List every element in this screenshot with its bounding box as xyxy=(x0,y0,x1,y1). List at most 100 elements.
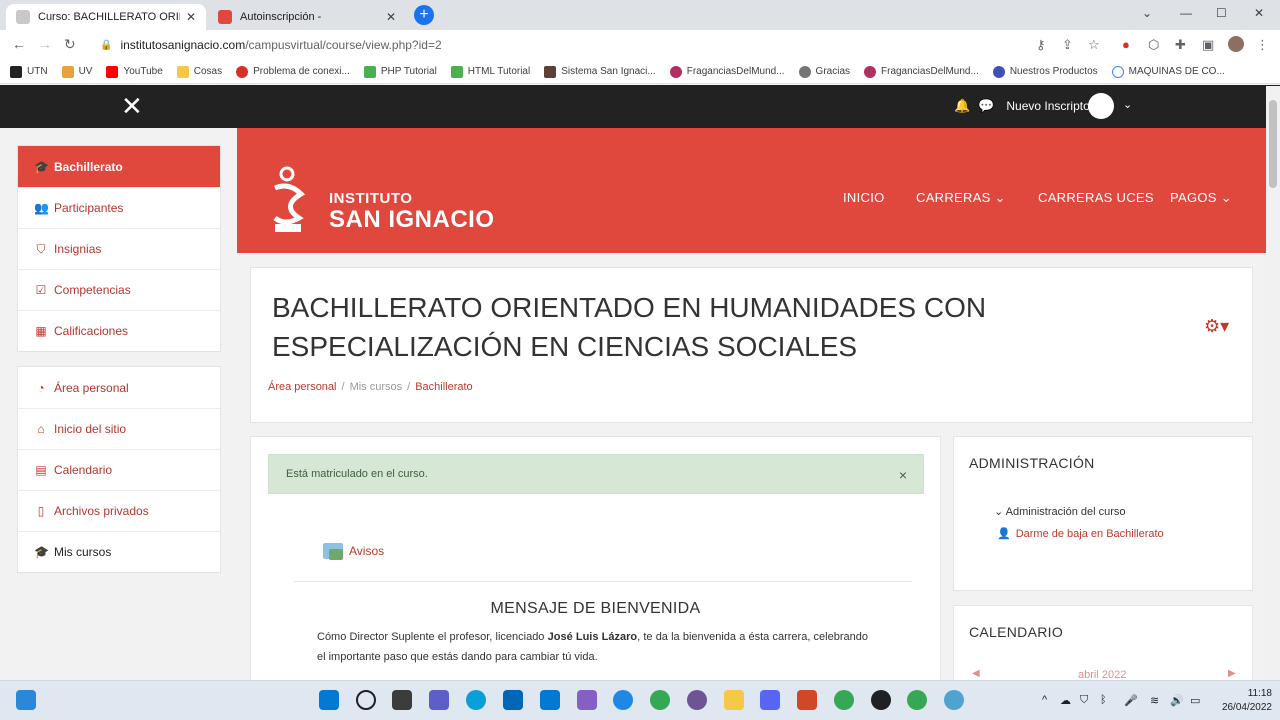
visual-studio-icon[interactable] xyxy=(577,690,597,710)
profile-avatar-icon[interactable] xyxy=(1228,36,1244,52)
system-clock[interactable]: 11:18 26/04/2022 xyxy=(1212,687,1272,715)
user-name[interactable]: Nuevo Inscripto xyxy=(1006,99,1089,113)
reload-icon[interactable]: ↻ xyxy=(64,36,76,53)
chrome-icon[interactable] xyxy=(650,690,670,710)
microphone-icon[interactable]: 🎤 xyxy=(1124,694,1138,707)
volume-icon[interactable]: 🔊 xyxy=(1170,694,1184,707)
tab-search-icon[interactable]: ⌄ xyxy=(1142,6,1152,20)
breadcrumb-mis-cursos[interactable]: Mis cursos xyxy=(350,381,403,393)
forum-avisos-link[interactable]: Avisos xyxy=(323,543,384,560)
messages-chat-icon[interactable]: 💬 xyxy=(978,98,994,114)
globe-icon xyxy=(798,65,811,78)
gear-icon[interactable]: ⚙▾ xyxy=(1204,316,1229,337)
chrome-profile-icon[interactable] xyxy=(871,690,891,710)
edge-icon[interactable] xyxy=(466,690,486,710)
store-icon[interactable] xyxy=(503,690,523,710)
bookmark-item[interactable]: Sistema San Ignaci... xyxy=(544,65,656,78)
close-tab-icon[interactable]: ✕ xyxy=(186,10,196,24)
opera-extension-icon[interactable]: ● xyxy=(1122,37,1130,52)
close-icon[interactable]: × xyxy=(899,467,907,483)
bookmark-item[interactable]: YouTube xyxy=(106,65,163,78)
sidebar-item-area-personal[interactable]: ◔ Área personal xyxy=(18,367,220,408)
tray-chevron-up-icon[interactable]: ^ xyxy=(1042,694,1047,706)
bookmark-item[interactable]: Cosas xyxy=(176,65,222,78)
sidebar-item-competencias[interactable]: ☑ Competencias xyxy=(18,269,220,310)
teams-chat-icon[interactable] xyxy=(429,690,449,710)
address-bar[interactable]: 🔒 institutosanignacio.com/campusvirtual/… xyxy=(90,33,1110,57)
extensions-puzzle-icon[interactable]: ✚ xyxy=(1175,37,1186,53)
maximize-icon[interactable]: ☐ xyxy=(1216,6,1227,20)
sidebar-item-calificaciones[interactable]: ▦ Calificaciones xyxy=(18,310,220,351)
close-tab-icon[interactable]: ✕ xyxy=(386,10,396,24)
menu-inicio[interactable]: INICIO xyxy=(843,190,885,205)
tray-shield-icon[interactable]: ⛉ xyxy=(1080,694,1088,707)
admin-tree-node[interactable]: ⌄ Administración del curso xyxy=(994,505,1126,518)
chrome-profile-icon[interactable] xyxy=(834,690,854,710)
calendar-prev-icon[interactable]: ◀ xyxy=(972,668,980,679)
chrome-profile-icon[interactable] xyxy=(907,690,927,710)
key-icon[interactable]: ⚷ xyxy=(1036,37,1046,53)
menu-pagos[interactable]: PAGOS ⌄ xyxy=(1170,190,1232,206)
task-view-icon[interactable] xyxy=(392,690,412,710)
bookmark-item[interactable]: Gracias xyxy=(798,65,850,78)
new-tab-button[interactable]: + xyxy=(414,5,434,25)
powerpoint-icon[interactable] xyxy=(797,690,817,710)
file-explorer-icon[interactable] xyxy=(724,690,744,710)
sidebar-item-calendario[interactable]: ▤ Calendario xyxy=(18,449,220,490)
sidebar-item-archivos-privados[interactable]: ▯ Archivos privados xyxy=(18,490,220,531)
wifi-icon[interactable]: ≋ xyxy=(1150,694,1159,707)
tray-cloud-icon[interactable]: ☁ xyxy=(1060,694,1071,707)
mail-icon[interactable] xyxy=(540,690,560,710)
course-navigation-drawer: 🎓 Bachillerato 👥 Participantes ⛉ Insignias … xyxy=(17,145,221,587)
close-window-icon[interactable]: ✕ xyxy=(1254,6,1264,20)
browser-tab-enrol[interactable]: Autoinscripción - ✕ xyxy=(208,4,406,30)
discord-icon[interactable] xyxy=(760,690,780,710)
menu-kebab-icon[interactable]: ⋮ xyxy=(1256,37,1269,53)
user-avatar-icon[interactable] xyxy=(1088,93,1114,119)
unenrol-link[interactable]: 👤 Darme de baja en Bachillerato xyxy=(997,527,1164,541)
search-icon[interactable] xyxy=(356,690,376,710)
bookmark-item[interactable]: Problema de conexi... xyxy=(236,65,350,78)
bookmark-item[interactable]: Nuestros Productos xyxy=(992,65,1098,78)
extension-shield-icon[interactable]: ⬡ xyxy=(1148,37,1159,53)
minimize-icon[interactable]: — xyxy=(1180,6,1192,20)
share-icon[interactable]: ⇪ xyxy=(1062,37,1073,53)
show-desktop-icon[interactable] xyxy=(16,690,36,710)
chevron-down-icon[interactable]: ⌄ xyxy=(1123,98,1132,111)
bookmark-item[interactable]: FraganciasDelMund... xyxy=(669,65,785,78)
bookmark-item[interactable]: UV xyxy=(61,65,92,78)
warning-icon xyxy=(236,65,249,78)
github-icon[interactable] xyxy=(687,690,707,710)
bookmark-item[interactable]: FraganciasDelMund... xyxy=(864,65,979,78)
sidebar-item-insignias[interactable]: ⛉ Insignias xyxy=(18,228,220,269)
sidebar-item-mis-cursos[interactable]: 🎓 Mis cursos xyxy=(18,531,220,572)
browser-tabstrip: Curso: BACHILLERATO ORIENTAD ✕ Autoinscr… xyxy=(0,0,1280,30)
sidebar-item-inicio-sitio[interactable]: ⌂ Inicio del sitio xyxy=(18,408,220,449)
bookmark-item[interactable]: UTN xyxy=(10,65,48,78)
notifications-bell-icon[interactable]: 🔔 xyxy=(954,98,970,114)
breadcrumb-area-personal[interactable]: Área personal xyxy=(268,381,337,393)
back-icon[interactable]: ← xyxy=(12,36,26,52)
bluetooth-icon[interactable]: ᛒ xyxy=(1100,694,1107,706)
bookmark-item[interactable]: PHP Tutorial xyxy=(363,65,437,78)
browser-tab-course[interactable]: Curso: BACHILLERATO ORIENTAD ✕ xyxy=(6,4,206,30)
user-icon: 👤 xyxy=(997,528,1011,540)
app-globe-icon[interactable] xyxy=(944,690,964,710)
close-drawer-icon[interactable]: ✕ xyxy=(121,91,143,122)
forward-icon[interactable]: → xyxy=(38,36,52,52)
bookmark-item[interactable]: HTML Tutorial xyxy=(450,65,530,78)
menu-carreras-uces[interactable]: CARRERAS UCES xyxy=(1038,190,1154,205)
bookmark-star-icon[interactable]: ☆ xyxy=(1088,37,1100,53)
scrollbar-thumb[interactable] xyxy=(1269,100,1277,188)
sidebar-item-participantes[interactable]: 👥 Participantes xyxy=(18,187,220,228)
battery-icon[interactable]: ▭ xyxy=(1190,694,1200,707)
sidepanel-icon[interactable]: ▣ xyxy=(1202,37,1214,53)
app-s-icon[interactable] xyxy=(613,690,633,710)
windows-start-icon[interactable] xyxy=(319,690,339,710)
calendar-next-icon[interactable]: ▶ xyxy=(1228,668,1236,679)
bookmark-item[interactable]: MAQUINAS DE CO... xyxy=(1111,65,1225,78)
menu-carreras[interactable]: CARRERAS ⌄ xyxy=(916,190,1006,206)
sidebar-item-bachillerato[interactable]: 🎓 Bachillerato xyxy=(18,146,220,187)
breadcrumb-bachillerato[interactable]: Bachillerato xyxy=(415,381,472,393)
san-ignacio-logo-icon[interactable] xyxy=(271,166,307,236)
